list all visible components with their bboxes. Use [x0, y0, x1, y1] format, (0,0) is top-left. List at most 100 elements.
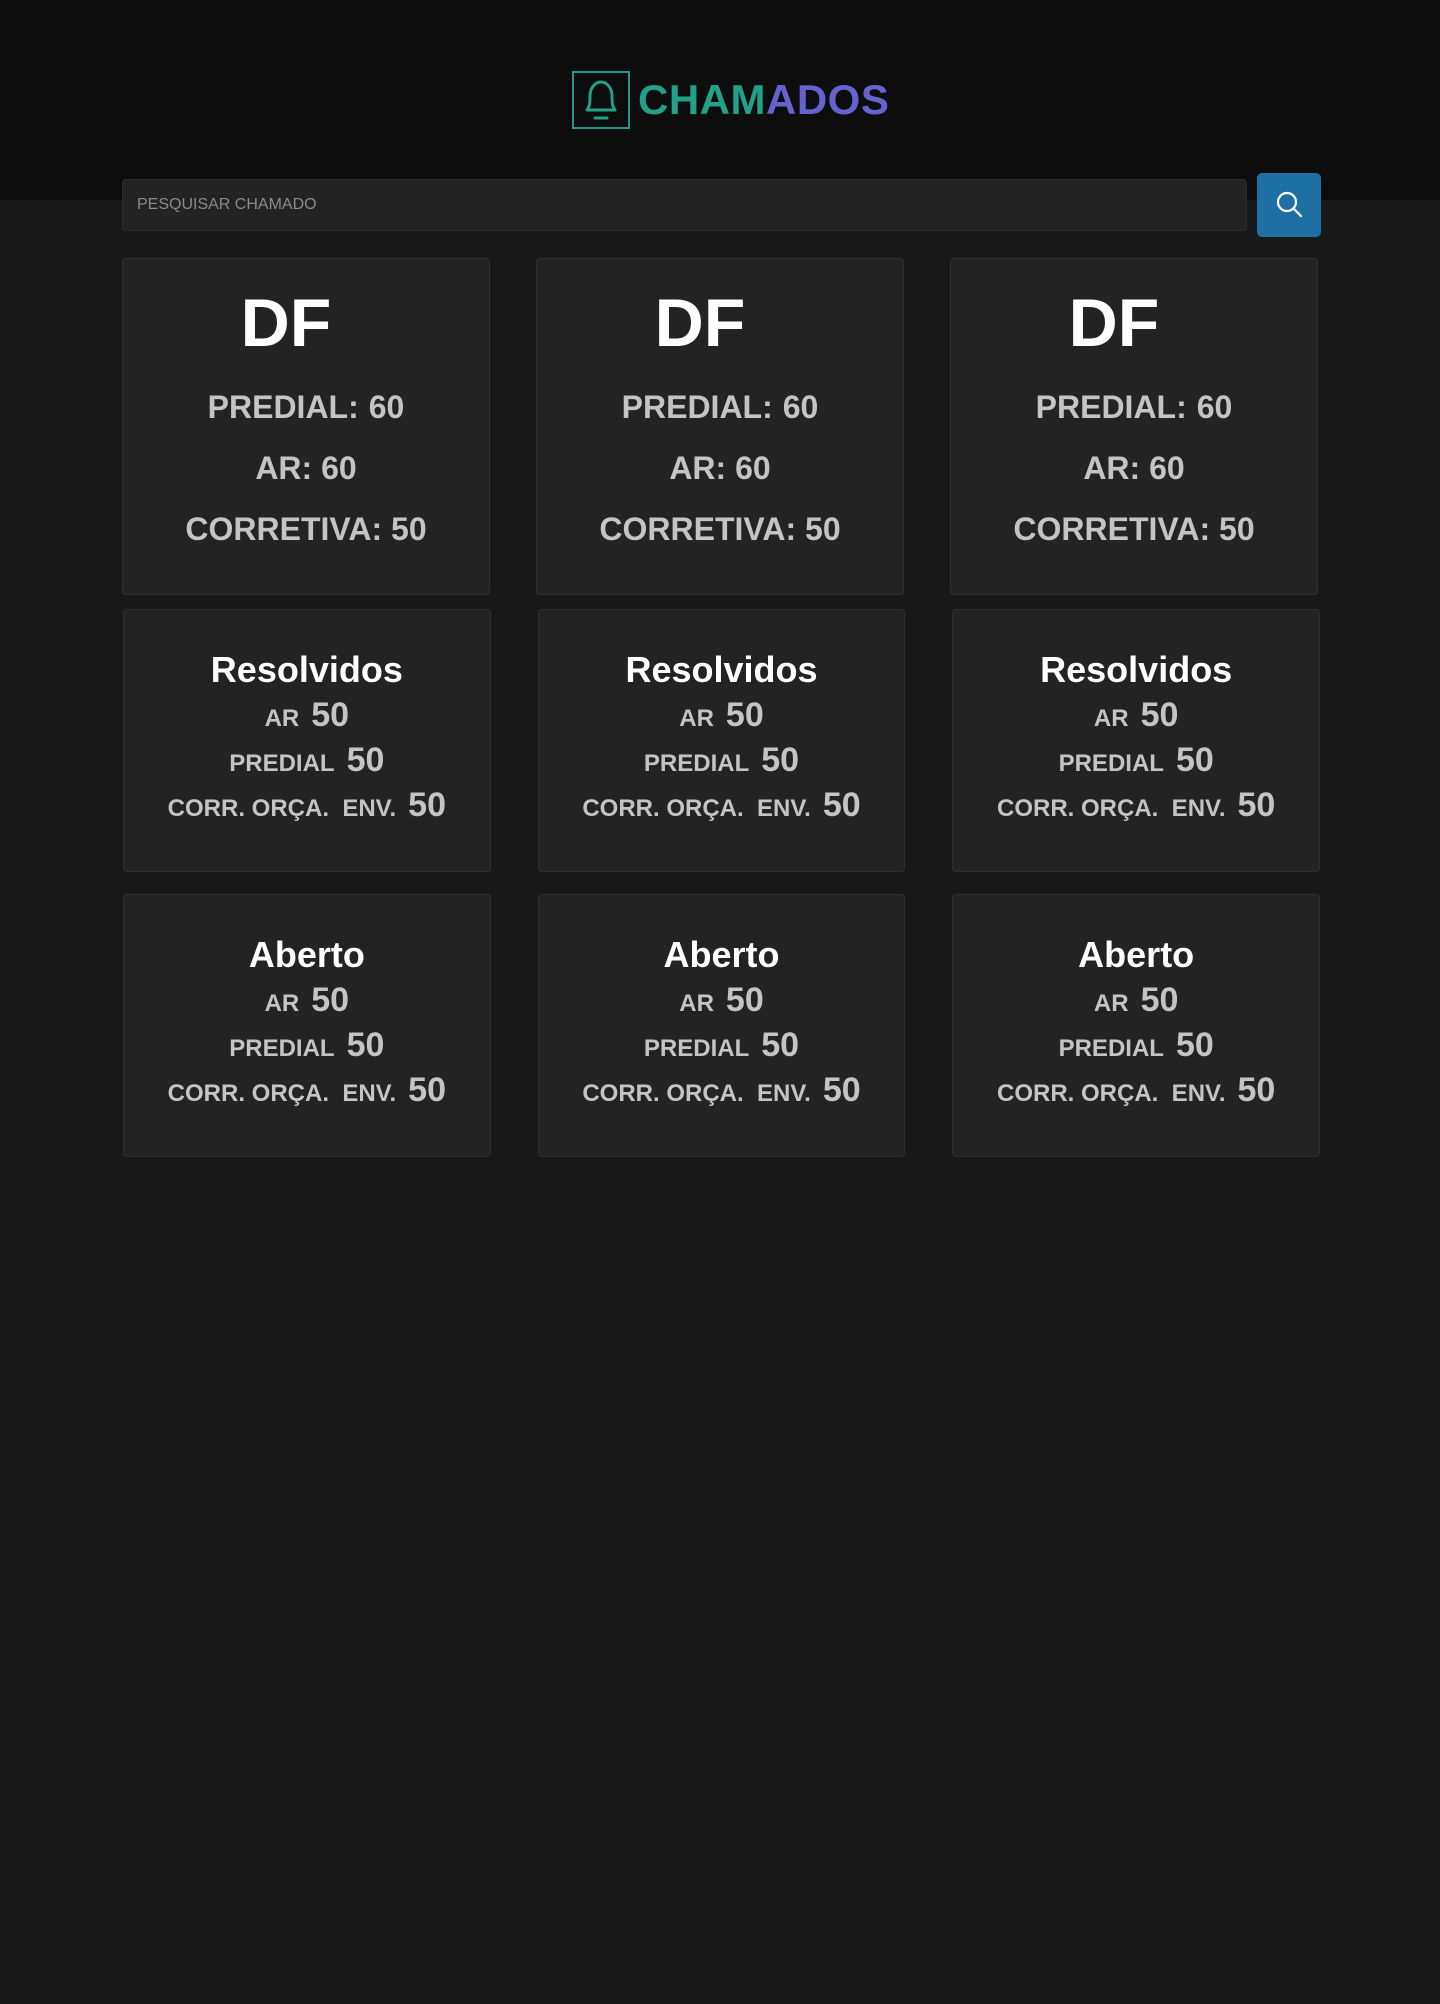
region-title: DF [654, 285, 746, 361]
corr-count: CORR. ORÇA. ENV. 50 [997, 788, 1275, 822]
predial-label: PREDIAL: [207, 389, 359, 425]
corr-count: CORR. ORÇA. ENV. 50 [168, 1073, 446, 1107]
ar-label: AR: [669, 450, 727, 486]
region-title: DF [240, 285, 332, 361]
corr-label: CORR. ORÇA. ENV. [167, 795, 397, 822]
ar-label: AR: [1083, 450, 1141, 486]
corretiva-value: 50 [1219, 511, 1255, 547]
open-card: Aberto AR 50 PREDIAL 50 CORR. ORÇA. ENV. 50 [123, 894, 491, 1157]
ar-label: AR [1093, 990, 1129, 1017]
corr-value: 50 [822, 786, 861, 824]
predial-value: 50 [346, 1026, 385, 1064]
corr-value: 50 [408, 786, 446, 824]
status-title: Resolvidos [1040, 649, 1233, 690]
resolved-card: Resolvidos AR 50 PREDIAL 50 CORR. ORÇA. EN… [123, 609, 491, 872]
status-title: Resolvidos [210, 649, 403, 690]
corr-count: CORR. ORÇA. ENV. 50 [168, 788, 446, 822]
corr-label: CORR. ORÇA. ENV. [582, 1080, 811, 1107]
ar-value: 50 [311, 696, 350, 734]
predial-value: 60 [368, 389, 405, 425]
corr-value: 50 [408, 1071, 446, 1109]
predial-count: PREDIAL 50 [229, 1028, 384, 1062]
corr-value: 50 [822, 1071, 861, 1109]
ar-count: AR 50 [265, 698, 350, 732]
predial-count: PREDIAL: 60 [1036, 391, 1233, 423]
ar-value: 60 [735, 450, 771, 486]
status-title: Aberto [248, 934, 365, 975]
app-title-part2: ADOS [765, 76, 890, 123]
ar-count: AR 50 [1094, 983, 1179, 1017]
ar-value: 50 [1140, 981, 1179, 1019]
status-title: Aberto [1078, 934, 1195, 975]
predial-count: PREDIAL 50 [644, 1028, 799, 1062]
status-title: Resolvidos [625, 649, 818, 690]
predial-label: PREDIAL [643, 750, 750, 777]
predial-count: PREDIAL 50 [229, 743, 384, 777]
corr-count: CORR. ORÇA. ENV. 50 [997, 1073, 1275, 1107]
predial-count: PREDIAL 50 [1059, 1028, 1214, 1062]
predial-count: PREDIAL: 60 [208, 391, 405, 423]
open-card: Aberto AR 50 PREDIAL 50 CORR. ORÇA. ENV. 50 [537, 894, 906, 1157]
app-title-part1: CHAM [638, 76, 766, 123]
bell-icon [572, 71, 630, 129]
predial-count: PREDIAL 50 [644, 743, 799, 777]
ar-value: 60 [321, 450, 357, 486]
corr-count: CORR. ORÇA. ENV. 50 [582, 788, 860, 822]
predial-count: PREDIAL 50 [1059, 743, 1214, 777]
region-row: DF PREDIAL: 60 AR: 60 CORRETIVA: 50 DF PR… [122, 258, 1320, 595]
ar-label: AR [264, 705, 300, 732]
status-title: Aberto [663, 934, 780, 975]
predial-value: 50 [1175, 1026, 1214, 1064]
predial-value: 60 [782, 389, 819, 425]
search-button[interactable] [1257, 173, 1321, 237]
ar-count: AR 50 [1094, 698, 1179, 732]
predial-label: PREDIAL [1058, 750, 1164, 777]
corr-count: CORR. ORÇA. ENV. 50 [582, 1073, 860, 1107]
app-title: CHAMADOS [638, 79, 889, 121]
resolved-card: Resolvidos AR 50 PREDIAL 50 CORR. ORÇA. EN… [952, 609, 1321, 872]
corr-value: 50 [1237, 1071, 1276, 1109]
ar-value: 50 [725, 696, 764, 734]
predial-value: 50 [1175, 741, 1214, 779]
predial-count: PREDIAL: 60 [622, 391, 819, 423]
open-row: Aberto AR 50 PREDIAL 50 CORR. ORÇA. ENV. 50… [122, 894, 1321, 1157]
ar-value: 50 [725, 981, 764, 1019]
search-bar [122, 173, 1322, 237]
ar-count: AR 50 [679, 983, 764, 1017]
app-logo: CHAMADOS [572, 70, 889, 130]
ar-value: 50 [1140, 696, 1179, 734]
resolved-row: Resolvidos AR 50 PREDIAL 50 CORR. ORÇA. EN… [122, 609, 1321, 872]
corr-label: CORR. ORÇA. ENV. [997, 795, 1226, 822]
predial-value: 60 [1196, 389, 1233, 425]
ar-count: AR: 60 [255, 452, 356, 484]
ar-count: AR 50 [679, 698, 764, 732]
corretiva-count: CORRETIVA: 50 [185, 513, 426, 545]
corretiva-label: CORRETIVA: [185, 511, 383, 547]
corretiva-count: CORRETIVA: 50 [1013, 513, 1254, 545]
corr-label: CORR. ORÇA. ENV. [582, 795, 811, 822]
corr-label: CORR. ORÇA. ENV. [167, 1080, 397, 1107]
search-input[interactable] [122, 179, 1247, 231]
ar-label: AR [1093, 705, 1129, 732]
predial-value: 50 [761, 741, 800, 779]
corretiva-value: 50 [391, 511, 427, 547]
ar-value: 50 [311, 981, 350, 1019]
corr-label: CORR. ORÇA. ENV. [997, 1080, 1226, 1107]
corr-value: 50 [1237, 786, 1276, 824]
ar-value: 60 [1149, 450, 1185, 486]
open-card: Aberto AR 50 PREDIAL 50 CORR. ORÇA. ENV. 50 [952, 894, 1321, 1157]
ar-label: AR [679, 705, 714, 732]
dashboard-grid: DF PREDIAL: 60 AR: 60 CORRETIVA: 50 DF PR… [122, 258, 1321, 1157]
ar-label: AR: [255, 450, 313, 486]
predial-value: 50 [761, 1026, 800, 1064]
search-icon [1274, 189, 1304, 222]
predial-label: PREDIAL [229, 1035, 335, 1062]
predial-label: PREDIAL [643, 1035, 750, 1062]
corretiva-label: CORRETIVA: [599, 511, 797, 547]
region-card: DF PREDIAL: 60 AR: 60 CORRETIVA: 50 [122, 258, 490, 595]
region-title: DF [1068, 285, 1160, 361]
region-card: DF PREDIAL: 60 AR: 60 CORRETIVA: 50 [950, 258, 1318, 595]
predial-label: PREDIAL [1058, 1035, 1164, 1062]
predial-label: PREDIAL [229, 750, 335, 777]
ar-count: AR: 60 [1083, 452, 1184, 484]
